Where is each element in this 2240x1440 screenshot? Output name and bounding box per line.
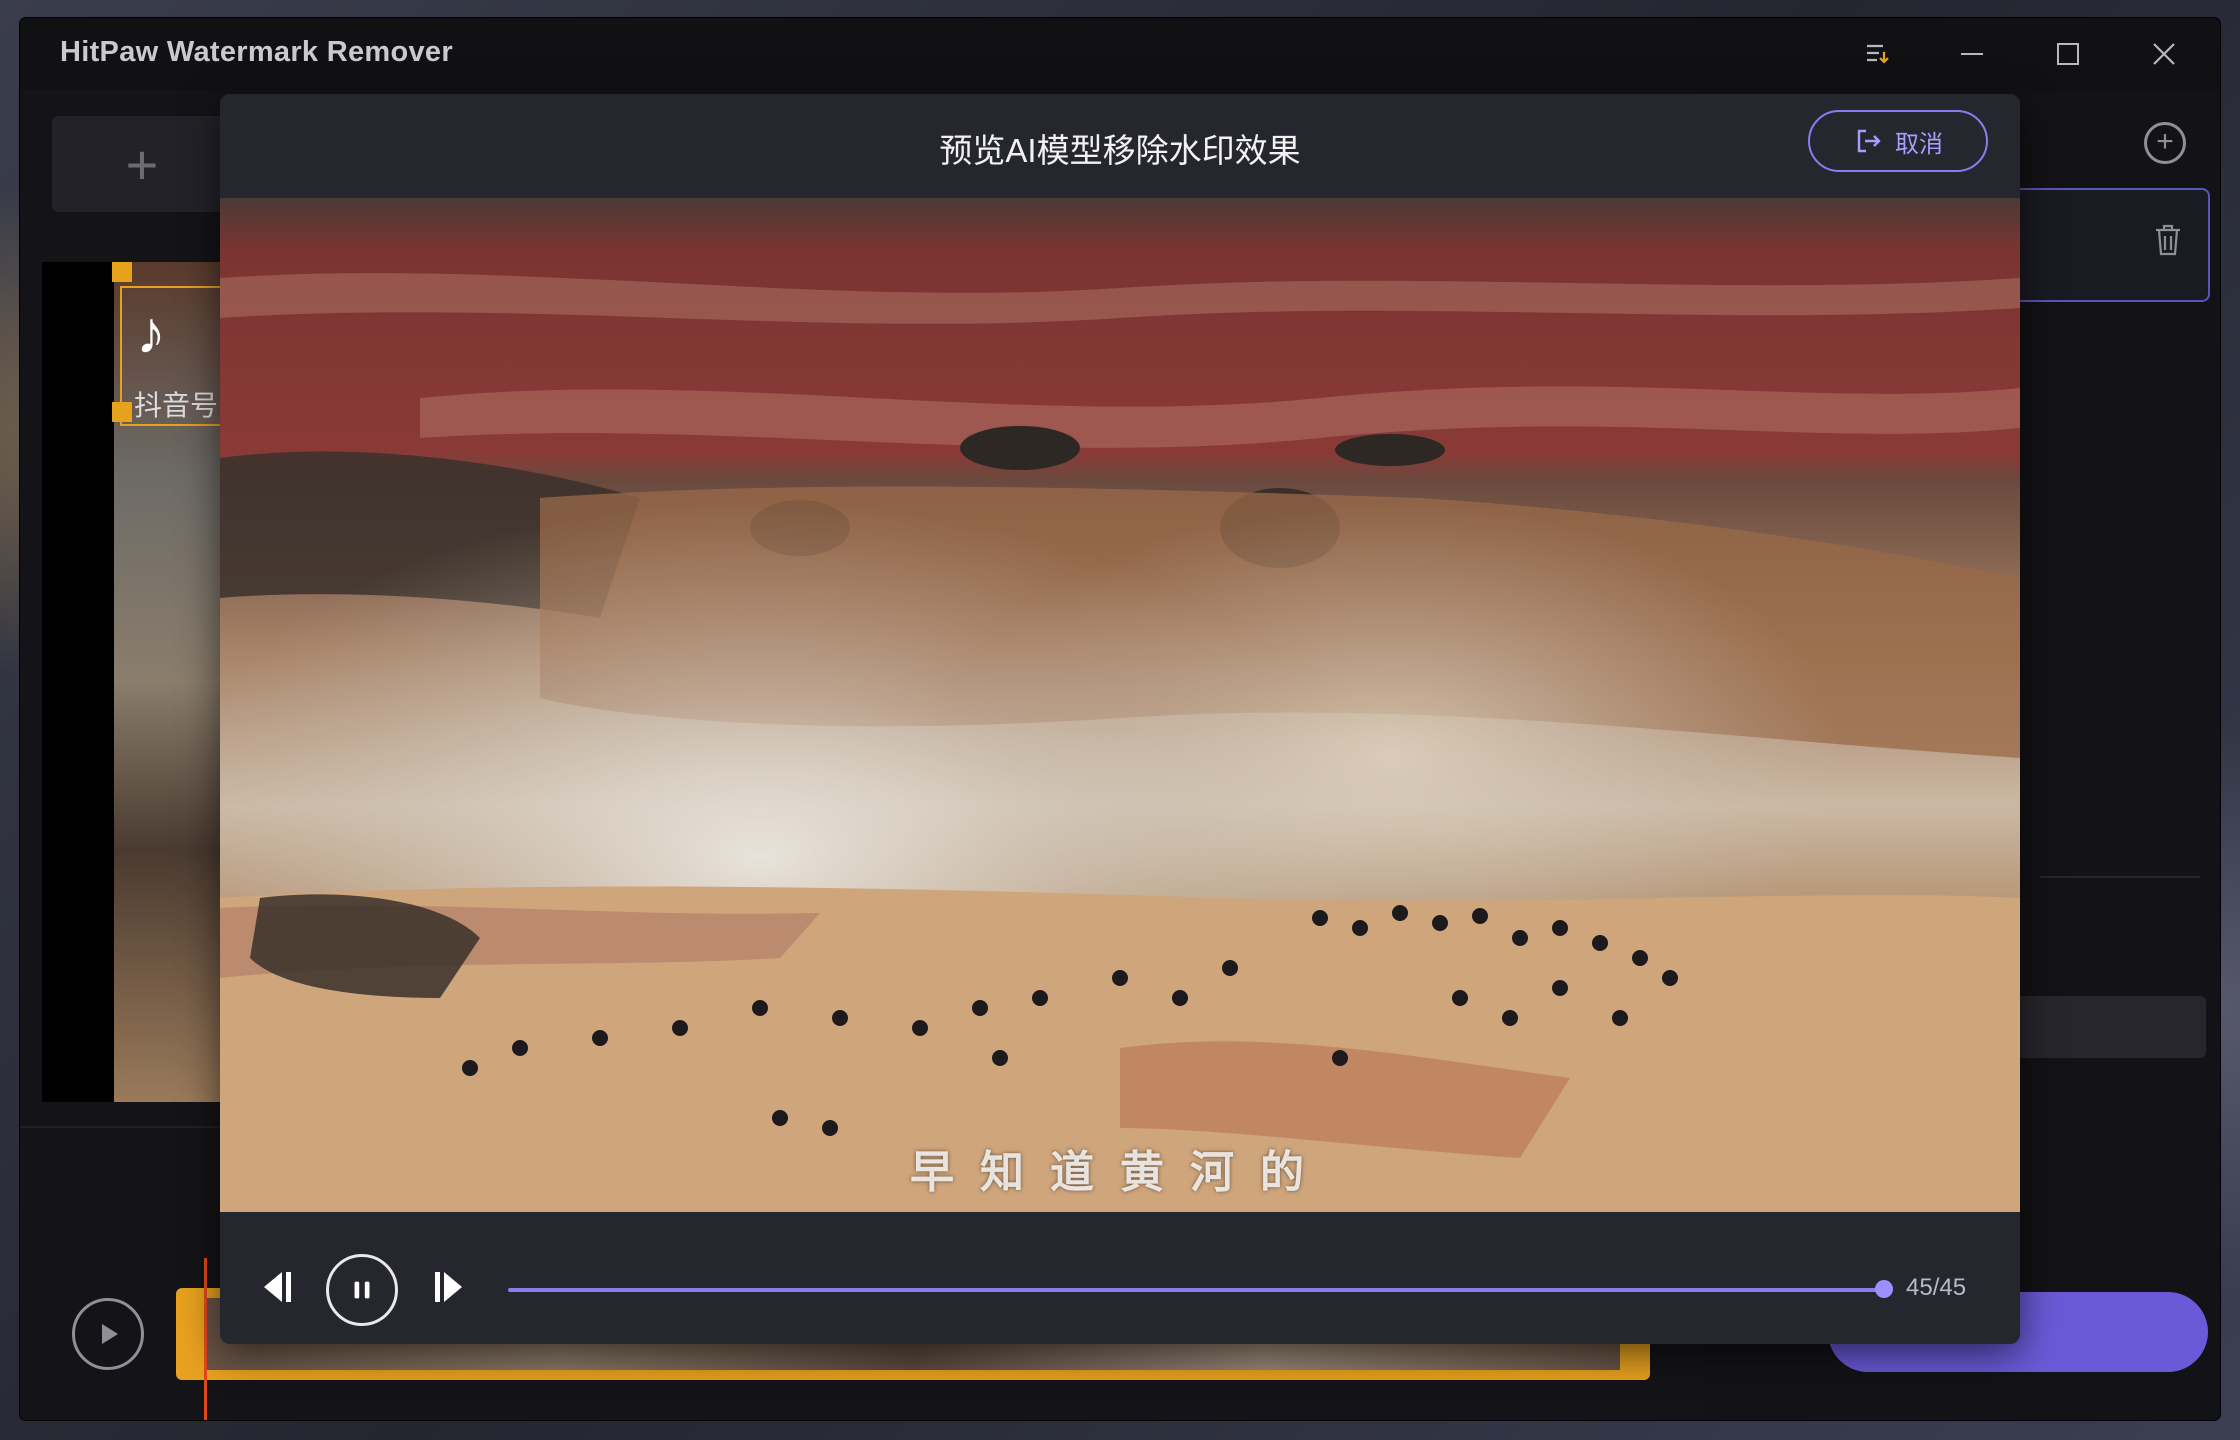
progress-fill: [508, 1288, 1884, 1292]
step-forward-icon[interactable]: [428, 1264, 474, 1310]
cancel-button[interactable]: 取消: [1808, 110, 1988, 172]
frame-counter: 45/45: [1906, 1274, 1967, 1301]
selection-handle[interactable]: [112, 262, 132, 282]
dialog-title: 预览AI模型移除水印效果: [939, 132, 1301, 169]
player-controls: [220, 1212, 2020, 1344]
play-button[interactable]: [72, 1298, 144, 1370]
maximize-icon[interactable]: [2044, 32, 2092, 76]
title-bar: HitPaw Watermark Remover: [20, 18, 2220, 90]
preview-letterbox: [42, 262, 122, 1102]
watermark-brand-text: 抖音号: [134, 390, 219, 421]
video-preview: 早知道黄河的: [220, 198, 2020, 1212]
add-video-button[interactable]: +: [52, 116, 232, 212]
add-circle-button[interactable]: +: [2144, 122, 2186, 164]
play-icon: [102, 1324, 118, 1344]
step-back-icon[interactable]: [252, 1264, 298, 1310]
preview-dialog: 预览AI模型移除水印效果 取消 早知道黄河的: [220, 94, 2020, 1344]
exit-icon: [1857, 129, 1881, 153]
progress-slider[interactable]: [508, 1280, 1893, 1298]
dialog-header: 预览AI模型移除水印效果 取消: [220, 94, 2020, 198]
cancel-label: 取消: [1895, 130, 1943, 158]
app-title: HitPaw Watermark Remover: [60, 36, 453, 68]
pause-button[interactable]: [326, 1254, 398, 1326]
video-caption: 早知道黄河的: [910, 1147, 1330, 1198]
trash-icon[interactable]: [2148, 220, 2188, 260]
minimize-icon[interactable]: [1948, 32, 1996, 76]
timeline-playhead[interactable]: [204, 1258, 207, 1420]
tiktok-logo-icon: ♪: [136, 299, 166, 366]
menu-arrow-icon[interactable]: [1854, 32, 1902, 76]
pause-icon: [354, 1281, 370, 1299]
progress-knob[interactable]: [1875, 1280, 1893, 1298]
selection-handle[interactable]: [112, 402, 132, 422]
waterfall-video-frame: [220, 198, 2020, 1212]
close-icon[interactable]: [2140, 32, 2188, 76]
divider: [2040, 876, 2200, 878]
